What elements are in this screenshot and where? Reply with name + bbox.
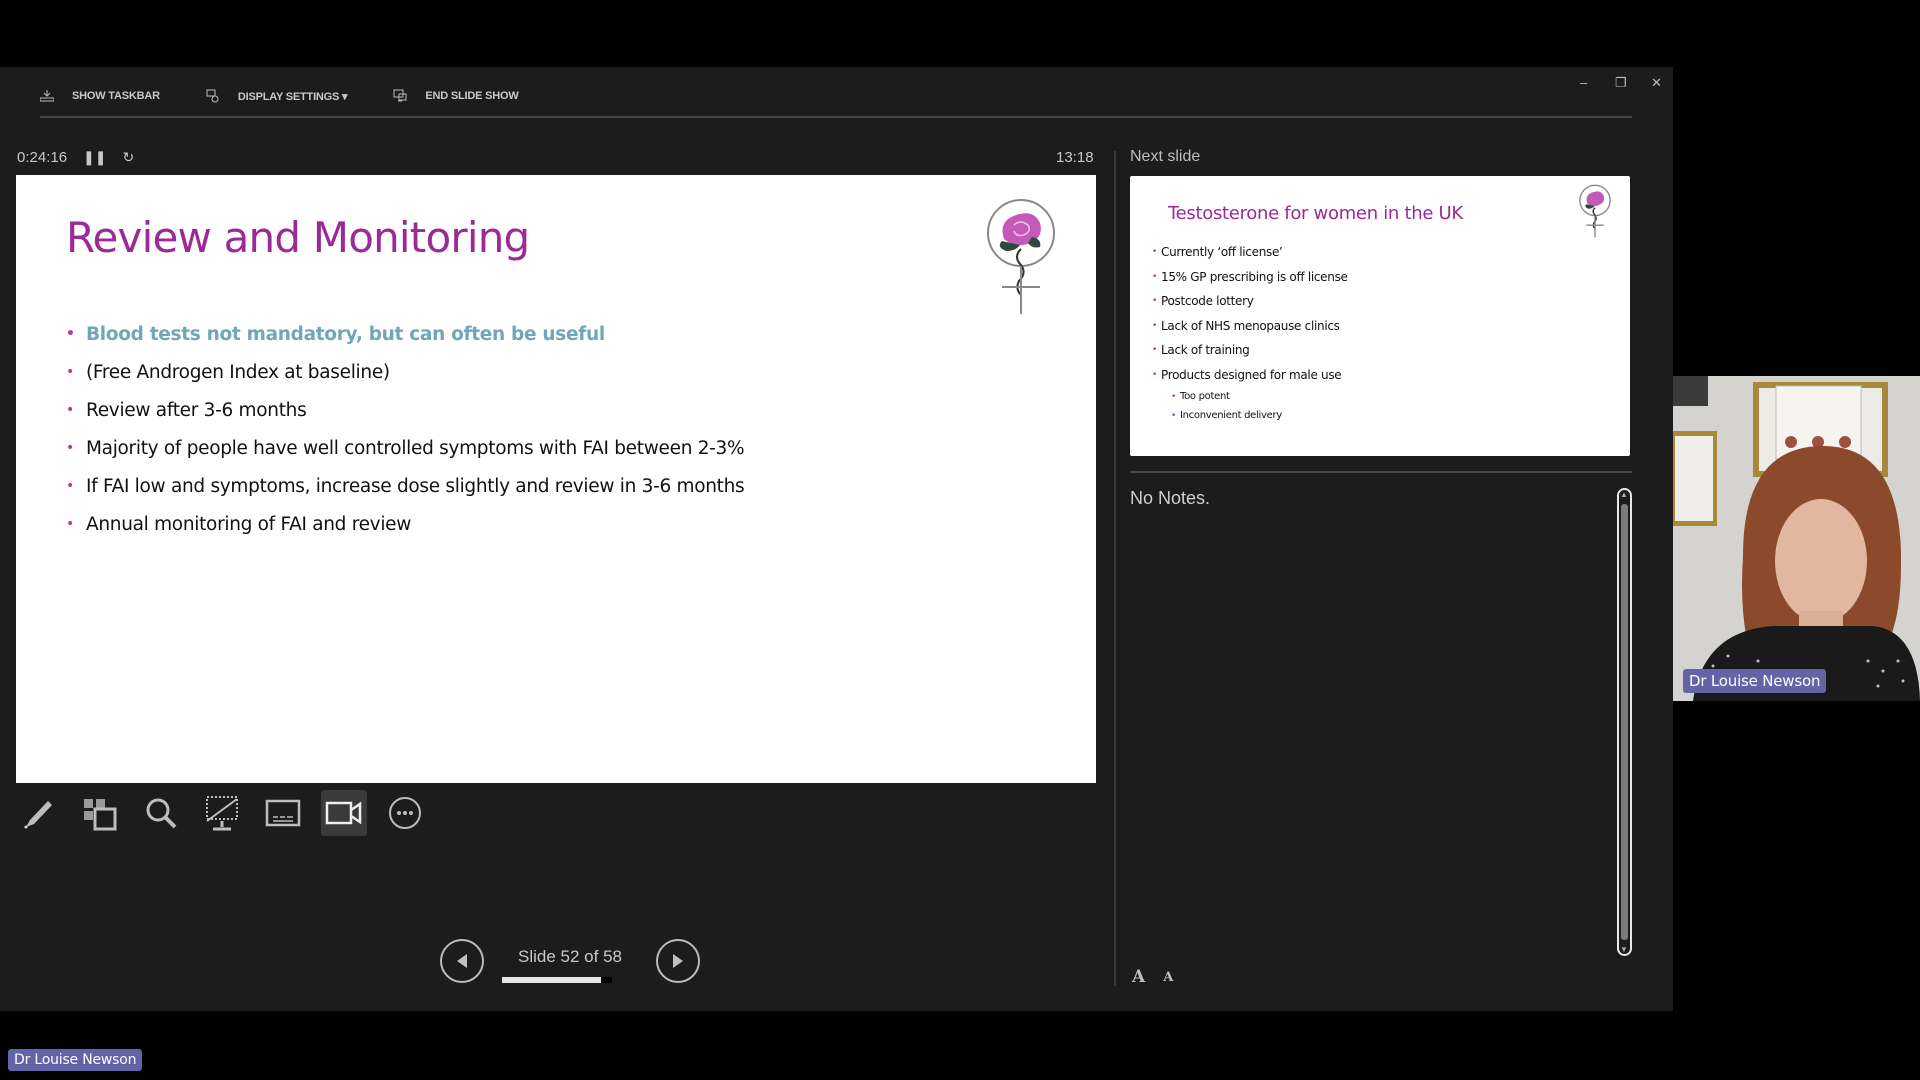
- slide-progress-bar: [502, 977, 612, 983]
- scrollbar-thumb[interactable]: [1621, 504, 1628, 940]
- elapsed-time: 0:24:16: [17, 149, 68, 166]
- decrease-font-icon[interactable]: A: [1163, 967, 1173, 987]
- display-settings-button[interactable]: DISPLAY SETTINGS ▾: [206, 89, 348, 103]
- next-slide-label: Next slide: [1130, 148, 1201, 165]
- display-settings-label: DISPLAY SETTINGS ▾: [237, 90, 348, 103]
- next-slide-preview[interactable]: Testosterone for women in the UK • Curren…: [1130, 176, 1630, 456]
- presenter-tools: [16, 790, 443, 836]
- taskbar-icon: [40, 90, 54, 102]
- end-slide-show-button[interactable]: END SLIDE SHOW: [393, 89, 519, 103]
- subtitles-icon: [265, 799, 301, 827]
- pen-icon: [24, 801, 52, 829]
- increase-font-icon[interactable]: A: [1132, 967, 1145, 987]
- presenter-view-window: SHOW TASKBAR DISPLAY SETTINGS ▾ END SLID…: [0, 67, 1673, 1011]
- more-options-button[interactable]: [382, 790, 428, 836]
- camera-icon: [325, 801, 362, 825]
- subtitles-button[interactable]: [260, 790, 306, 836]
- pause-icon[interactable]: ❚❚: [83, 149, 106, 166]
- end-slide-show-label: END SLIDE SHOW: [425, 90, 519, 102]
- next-slide-bullet: • Products designed for male use: [1152, 367, 1342, 382]
- panel-divider[interactable]: [1114, 151, 1116, 986]
- speaker-notes[interactable]: No Notes.: [1130, 488, 1210, 509]
- slide-bullet: • Blood tests not mandatory, but can ofte…: [66, 323, 605, 345]
- slide-bullet-list: • Blood tests not mandatory, but can ofte…: [66, 315, 745, 543]
- close-button[interactable]: ✕: [1651, 75, 1662, 91]
- next-slide-sub-bullet: • Too potent: [1171, 391, 1230, 402]
- next-slide-bullet-list: • Currently ‘off license’ • 15% GP prescri…: [1152, 240, 1348, 425]
- previous-arrow-icon: [457, 954, 467, 968]
- end-show-icon: [393, 89, 407, 102]
- reset-timer-icon[interactable]: ↻: [123, 149, 135, 166]
- show-taskbar-button[interactable]: SHOW TASKBAR: [40, 90, 160, 102]
- rose-logo-icon: [1579, 184, 1611, 238]
- more-options-icon: [389, 797, 421, 829]
- next-slide-sub-bullet: • Inconvenient delivery: [1171, 410, 1282, 421]
- slide-bullet: • Majority of people have well controlled…: [66, 437, 745, 459]
- slide-bullet: • If FAI low and symptoms, increase dose …: [66, 475, 745, 497]
- rose-logo-icon: [987, 199, 1055, 314]
- next-slide-bullet: • 15% GP prescribing is off license: [1152, 269, 1348, 284]
- slide-bullet: • Annual monitoring of FAI and review: [66, 513, 412, 535]
- black-screen-button[interactable]: [199, 790, 245, 836]
- next-slide-button[interactable]: [656, 939, 700, 983]
- zoom-slide-button[interactable]: [138, 790, 184, 836]
- next-slide-bullet: • Lack of training: [1152, 343, 1250, 358]
- see-all-slides-icon: [84, 799, 117, 831]
- zoom-icon: [146, 798, 177, 829]
- current-slide[interactable]: Review and Monitoring • Blood tests not m…: [16, 175, 1096, 783]
- participant-video: Dr Louise Newson: [1673, 376, 1920, 701]
- minimize-button[interactable]: –: [1580, 75, 1587, 90]
- slide-bullet: • (Free Androgen Index at baseline): [66, 361, 390, 383]
- clock: 13:18: [1056, 149, 1094, 166]
- slide-navigation: Slide 52 of 58: [440, 939, 700, 983]
- participant-name-badge: Dr Louise Newson: [1683, 669, 1827, 693]
- black-screen-icon: [206, 796, 238, 831]
- scroll-down-icon[interactable]: ▼: [1620, 945, 1628, 954]
- slide-progress-fill: [502, 977, 601, 983]
- display-settings-icon: [206, 89, 219, 103]
- next-slide-bullet: • Postcode lottery: [1152, 294, 1254, 309]
- toolbar-divider: [40, 116, 1632, 118]
- notes-font-controls: A A: [1132, 967, 1191, 987]
- restore-button[interactable]: ❐: [1615, 75, 1627, 91]
- previous-slide-button[interactable]: [440, 939, 484, 983]
- slide-bullet: • Review after 3-6 months: [66, 399, 307, 421]
- see-all-slides-button[interactable]: [77, 790, 123, 836]
- next-slide-bullet: • Currently ‘off license’: [1152, 245, 1283, 260]
- webcam-feed: [1673, 376, 1920, 701]
- show-taskbar-label: SHOW TASKBAR: [72, 90, 160, 102]
- participant-name-badge-bottom: Dr Louise Newson: [8, 1049, 143, 1071]
- notes-scrollbar[interactable]: ▲ ▼: [1617, 488, 1632, 956]
- notes-divider[interactable]: [1130, 471, 1632, 473]
- presenter-toolbar: SHOW TASKBAR DISPLAY SETTINGS ▾ END SLID…: [40, 85, 565, 107]
- next-slide-bullet: • Lack of NHS menopause clinics: [1152, 318, 1340, 333]
- timer: 0:24:16 ❚❚ ↻: [17, 149, 134, 166]
- camera-button[interactable]: [321, 790, 367, 836]
- slide-title: Review and Monitoring: [66, 213, 530, 262]
- scroll-up-icon[interactable]: ▲: [1620, 490, 1628, 499]
- slide-counter-text: Slide 52 of 58: [518, 947, 622, 966]
- next-slide-title: Testosterone for women in the UK: [1168, 203, 1463, 224]
- next-arrow-icon: [673, 954, 683, 968]
- slide-counter: Slide 52 of 58: [484, 947, 656, 967]
- pen-tool-button[interactable]: [16, 790, 62, 836]
